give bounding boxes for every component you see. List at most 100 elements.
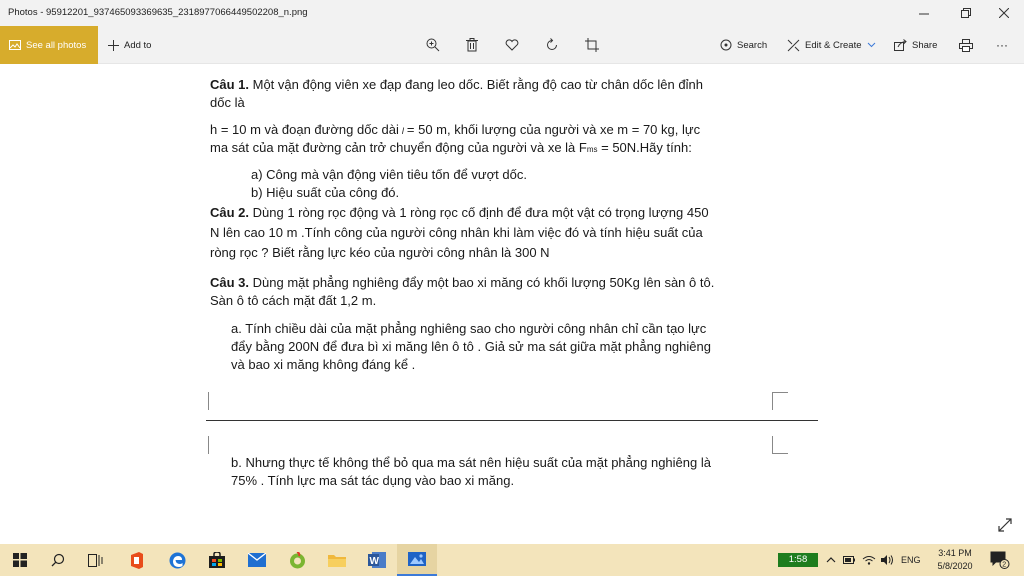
q1-line4: ma sát của mặt đường cản trở chuyển động… [210,140,692,155]
svg-text:W: W [370,556,380,567]
q3-part-a-line3: và bao xi măng không đáng kể . [231,357,416,372]
q1-part-b: b) Hiệu suất của công đó. [251,185,400,200]
q1-line2: dốc là [210,95,245,110]
heart-icon [505,39,519,51]
q1-part-a: a) Công mà vận động viên tiêu tốn để vượ… [251,167,527,182]
taskbar: W 1:58 ENG 3:41 PM 5/8/2020 2 [0,544,1024,576]
plus-icon [108,39,119,51]
page-corner-mark [772,392,788,410]
tray-badge[interactable]: 1:58 [778,553,818,567]
more-label: ··· [996,38,1008,52]
show-hidden-icons-button[interactable] [826,544,836,576]
coccoc-icon [289,551,305,568]
edit-icon [787,39,800,51]
q3-label: Câu 3. [210,275,250,290]
rotate-button[interactable] [540,26,564,64]
minimize-icon [919,13,929,15]
search-lens-icon [720,39,732,51]
share-button[interactable]: Share [894,26,937,64]
q3-part-b-line1: b. Nhưng thực tế không thể bỏ qua ma sát… [231,455,711,470]
q2-label: Câu 2. [210,205,250,220]
q3-line1: Câu 3. Dùng mặt phẳng nghiêng đẩy một ba… [210,275,715,290]
volume-button[interactable] [881,544,895,576]
q2-line1: Câu 2. Dùng 1 ròng rọc động và 1 ròng rọ… [210,205,709,220]
task-view-icon [88,553,103,567]
clock-time: 3:41 PM [938,548,972,558]
trash-icon [466,38,478,52]
wifi-icon [862,556,876,565]
friction-subscript: ms [586,145,598,154]
word-app-button[interactable]: W [357,544,397,576]
search-icon [51,553,65,567]
task-view-button[interactable] [76,544,116,576]
file-explorer-button[interactable] [317,544,357,576]
page-corner-mark [772,436,788,454]
share-icon [894,39,907,51]
printer-icon [959,38,973,52]
q1-line1: Câu 1. Một vận động viên xe đạp đang leo… [210,77,703,92]
title-bar: Photos - 95912201_937465093369635_231897… [0,0,1024,26]
share-label: Share [912,39,938,51]
window-title: Photos - 95912201_937465093369635_231897… [8,7,308,18]
clock[interactable]: 3:41 PM 5/8/2020 [932,547,978,573]
crop-icon [585,38,599,52]
coccoc-browser-button[interactable] [277,544,317,576]
minimize-button[interactable] [904,0,944,26]
photos-icon [9,40,21,50]
q3-part-a-line2: đẩy bằng 200N để đưa bì xi măng lên ô tô… [231,339,711,354]
windows-logo-icon [13,553,27,567]
zoom-button[interactable] [421,26,445,64]
battery-icon [843,556,855,564]
add-to-button[interactable]: Add to [108,26,151,64]
page-break-line [206,420,818,421]
edge-browser-button[interactable] [157,544,197,576]
network-button[interactable] [862,544,876,576]
notification-icon: 2 [990,551,1010,569]
q2-line3: ròng rọc ? Biết rằng lực kéo của người c… [210,245,550,260]
favorite-button[interactable] [500,26,524,64]
edit-create-label: Edit & Create [805,39,862,51]
add-to-label: Add to [124,39,152,51]
more-button[interactable]: ··· [996,26,1008,64]
crop-button[interactable] [580,26,604,64]
store-app-button[interactable] [197,544,237,576]
photos-app-icon [408,552,426,566]
rotate-icon [547,38,557,50]
battery-button[interactable] [843,544,855,576]
photos-toolbar: See all photos Add to Search Edit & Crea… [0,26,1024,64]
photos-app-button[interactable] [397,544,437,576]
q3-part-a-line1: a. Tính chiều dài của mặt phẳng nghiêng … [231,321,707,336]
see-all-photos-button[interactable]: See all photos [0,26,98,64]
zoom-in-icon [426,38,440,52]
folder-icon [328,555,346,567]
restore-button[interactable] [946,0,986,26]
expand-icon [998,518,1012,532]
delete-button[interactable] [460,26,484,64]
edge-icon [169,552,185,568]
full-screen-button[interactable] [997,517,1013,538]
clock-date: 5/8/2020 [937,561,973,571]
length-symbol: l [401,126,404,136]
search-label: Search [737,39,768,51]
print-button[interactable] [954,26,978,64]
search-button[interactable]: Search [720,26,767,64]
search-taskbar-button[interactable] [38,544,78,576]
mail-icon [248,553,266,567]
language-indicator[interactable]: ENG [901,544,921,576]
start-button[interactable] [0,544,40,576]
close-icon [999,8,1009,18]
chevron-down-icon [867,42,875,48]
q1-label: Câu 1. [210,77,250,92]
q3-part-b-line2: 75% . Tính lực ma sát tác dụng vào bao x… [231,473,515,488]
mail-app-button[interactable] [237,544,277,576]
speaker-icon [881,555,893,565]
edit-create-button[interactable]: Edit & Create [787,26,876,64]
office-app-button[interactable] [117,544,157,576]
restore-icon [961,8,971,18]
notification-count: 2 [1002,562,1006,569]
page-corner-mark [208,392,224,410]
action-center-button[interactable]: 2 [990,544,1010,576]
close-button[interactable] [984,0,1024,26]
q2-line2: N lên cao 10 m .Tính công của người công… [210,225,703,240]
word-icon: W [368,552,386,568]
